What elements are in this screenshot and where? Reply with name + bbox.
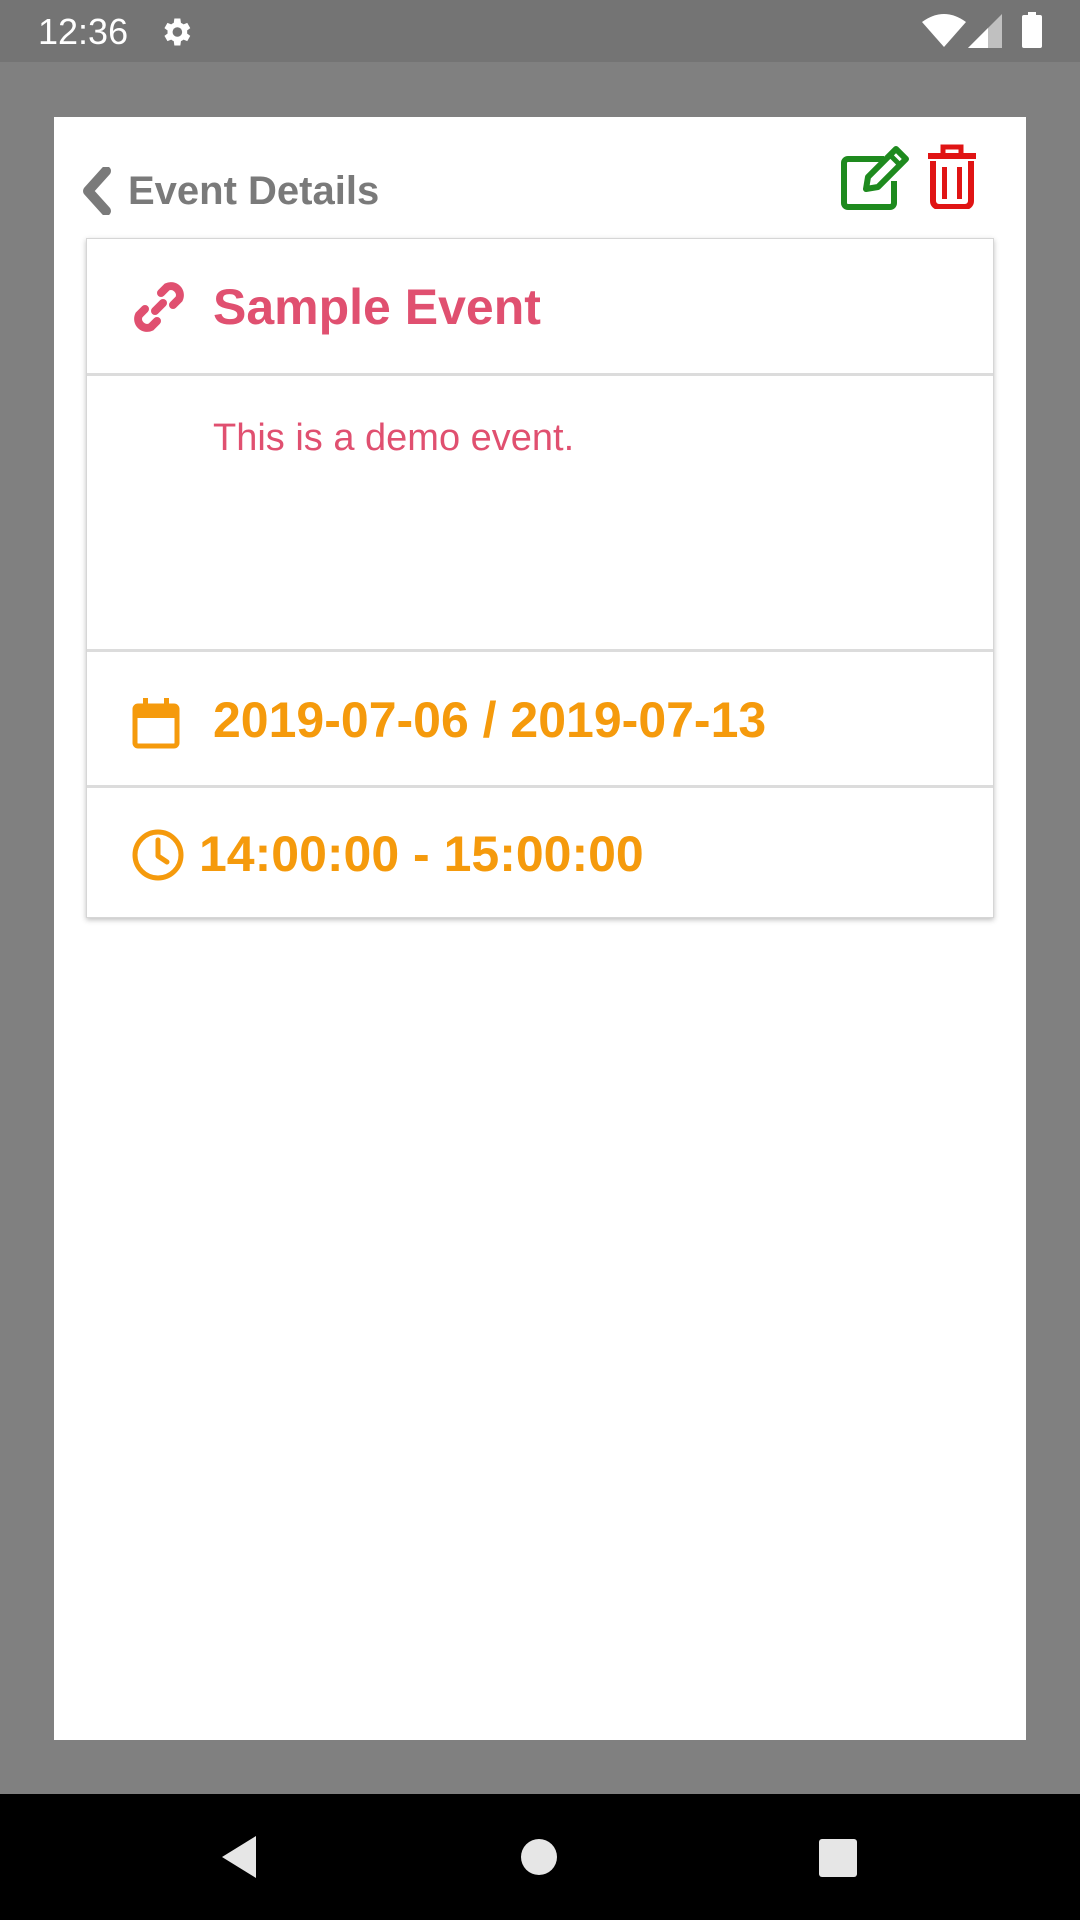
recents-square-icon[interactable] <box>818 1838 858 1878</box>
event-description-row: This is a demo event. <box>87 373 993 649</box>
event-date-row: 2019-07-06 / 2019-07-13 <box>87 649 993 785</box>
edit-button[interactable] <box>840 145 910 211</box>
event-time-range: 14:00:00 - 15:00:00 <box>199 826 644 882</box>
event-title: Sample Event <box>213 279 541 335</box>
home-circle-icon[interactable] <box>520 1838 558 1876</box>
event-card: Sample Event This is a demo event. 2019-… <box>86 238 994 918</box>
trash-icon <box>928 144 976 210</box>
clock-icon <box>132 829 184 881</box>
wifi-icon <box>922 14 966 47</box>
event-date-range: 2019-07-06 / 2019-07-13 <box>213 692 767 748</box>
back-triangle-icon[interactable] <box>216 1832 260 1882</box>
edit-icon <box>841 146 909 210</box>
system-navigation-bar <box>0 1794 1080 1920</box>
dialog-header: Event Details <box>54 117 1026 237</box>
battery-icon <box>1022 12 1042 48</box>
event-description: This is a demo event. <box>213 417 575 459</box>
event-details-dialog: Event Details Sample Event This is a dem… <box>54 117 1026 1740</box>
delete-button[interactable] <box>926 143 978 210</box>
event-title-row: Sample Event <box>87 239 993 373</box>
status-time: 12:36 <box>38 11 129 52</box>
signal-icon <box>968 14 1002 48</box>
status-bar: 12:36 <box>0 0 1080 62</box>
event-time-row: 14:00:00 - 15:00:00 <box>87 785 993 917</box>
link-icon <box>134 282 184 332</box>
chevron-left-icon <box>83 167 111 215</box>
back-button[interactable]: Event Details <box>80 161 379 221</box>
calendar-icon <box>132 698 180 749</box>
gear-icon <box>164 18 191 46</box>
page-title: Event Details <box>128 169 380 213</box>
